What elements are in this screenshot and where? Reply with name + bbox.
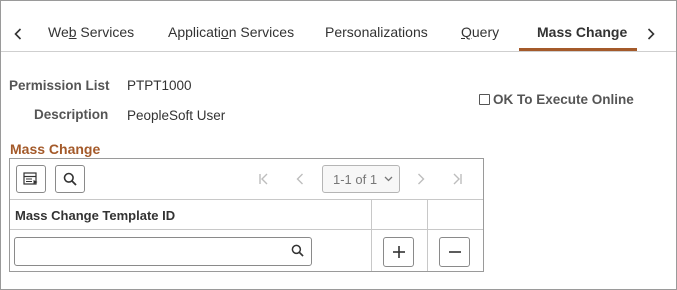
column-divider bbox=[371, 199, 372, 271]
ok-to-execute-online-label: OK To Execute Online bbox=[493, 91, 634, 107]
tab-personalizations[interactable]: Personalizations bbox=[325, 24, 428, 50]
tab-label: Applicati bbox=[168, 24, 221, 40]
search-icon bbox=[63, 172, 77, 186]
page-frame: Web Services Application Services Person… bbox=[0, 0, 677, 290]
tab-application-services[interactable]: Application Services bbox=[168, 24, 294, 50]
page-selector-dropdown[interactable]: 1-1 of 1 bbox=[322, 165, 400, 193]
delete-row-button[interactable] bbox=[439, 237, 470, 267]
description-label: Description bbox=[34, 107, 109, 122]
column-divider bbox=[427, 199, 428, 271]
personalize-grid-button[interactable] bbox=[16, 165, 46, 193]
minus-icon bbox=[448, 251, 461, 253]
last-page-icon[interactable] bbox=[448, 170, 466, 188]
template-id-input[interactable] bbox=[14, 237, 312, 266]
tab-label-accesskey: b bbox=[68, 24, 77, 40]
tab-label: n Services bbox=[228, 24, 295, 40]
pager-text: 1-1 of 1 bbox=[333, 171, 378, 187]
tab-mass-change[interactable]: Mass Change bbox=[537, 24, 627, 50]
active-tab-indicator bbox=[519, 48, 637, 51]
permission-list-value: PTPT1000 bbox=[127, 78, 192, 93]
tab-label: We bbox=[48, 24, 69, 40]
column-header-template-id: Mass Change Template ID bbox=[10, 199, 371, 230]
tab-label: uery bbox=[471, 24, 500, 40]
grid-settings-icon bbox=[23, 172, 38, 185]
tab-bar: Web Services Application Services Person… bbox=[1, 1, 676, 52]
tab-label: Mass Change bbox=[537, 24, 628, 40]
tab-query[interactable]: Query bbox=[461, 24, 499, 50]
find-in-grid-button[interactable] bbox=[55, 165, 85, 193]
description-value: PeopleSoft User bbox=[127, 108, 226, 123]
tab-scroll-left-icon[interactable] bbox=[11, 23, 25, 45]
mass-change-grid: 1-1 of 1 Mass Change Template ID bbox=[9, 158, 484, 272]
lookup-search-icon[interactable] bbox=[291, 244, 304, 257]
mass-change-section-title: Mass Change bbox=[10, 141, 101, 157]
checkbox-box[interactable] bbox=[479, 93, 490, 105]
column-header-delete bbox=[427, 199, 483, 230]
chevron-down-icon bbox=[384, 176, 393, 182]
column-header-add bbox=[371, 199, 427, 230]
tab-label: Personalizations bbox=[325, 24, 428, 40]
add-row-button[interactable] bbox=[383, 237, 414, 267]
tab-scroll-right-icon[interactable] bbox=[644, 23, 658, 45]
tab-label: Services bbox=[76, 24, 135, 40]
first-page-icon[interactable] bbox=[255, 170, 273, 188]
permission-list-label: Permission List bbox=[9, 78, 110, 93]
previous-page-icon[interactable] bbox=[291, 170, 309, 188]
ok-to-execute-online-checkbox[interactable]: OK To Execute Online bbox=[479, 91, 634, 107]
grid-toolbar: 1-1 of 1 bbox=[10, 159, 483, 200]
tab-web-services[interactable]: Web Services bbox=[48, 24, 134, 50]
tab-label-accesskey: o bbox=[220, 24, 229, 40]
plus-icon bbox=[392, 246, 405, 258]
tab-label-accesskey: Q bbox=[461, 24, 472, 40]
next-page-icon[interactable] bbox=[412, 170, 430, 188]
